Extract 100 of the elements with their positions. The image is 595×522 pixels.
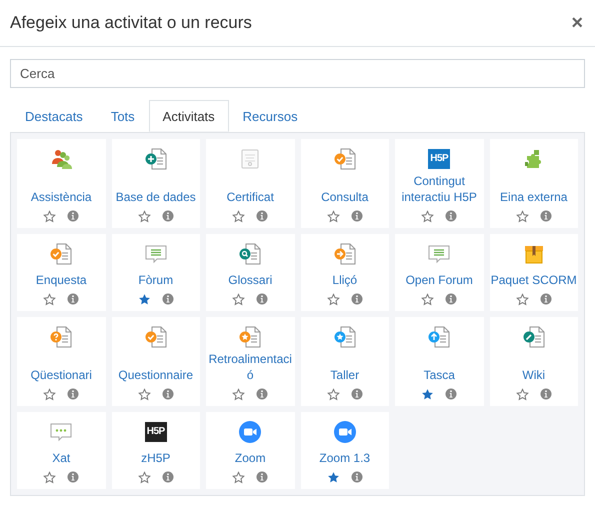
- info-icon[interactable]: [162, 388, 174, 400]
- activity-card[interactable]: Paquet SCORM: [490, 234, 578, 311]
- info-icon[interactable]: [445, 388, 458, 400]
- star-icon[interactable]: [516, 388, 529, 400]
- activity-card[interactable]: Enquesta: [17, 234, 106, 311]
- activity-name[interactable]: Xat: [52, 450, 70, 466]
- info-icon[interactable]: [540, 210, 552, 222]
- star-icon[interactable]: [43, 292, 56, 306]
- star-icon[interactable]: [232, 210, 246, 222]
- activity-card[interactable]: Consulta: [300, 139, 389, 228]
- star-icon[interactable]: [43, 210, 56, 222]
- star-icon[interactable]: [516, 210, 529, 222]
- activity-name[interactable]: Taller: [330, 367, 360, 383]
- activity-name[interactable]: Qüestionari: [30, 367, 92, 383]
- activity-name[interactable]: Assistència: [30, 189, 92, 205]
- info-icon[interactable]: [350, 293, 363, 305]
- info-icon[interactable]: [256, 388, 268, 400]
- activity-name[interactable]: Retroalimentació: [207, 351, 294, 383]
- star-icon[interactable]: [43, 470, 56, 484]
- info-icon[interactable]: [350, 388, 363, 400]
- star-icon[interactable]: [326, 210, 340, 222]
- info-icon[interactable]: [256, 210, 268, 222]
- activity-card[interactable]: Tasca: [395, 317, 484, 406]
- activity-card[interactable]: Glossari: [206, 234, 294, 311]
- info-icon[interactable]: [67, 471, 80, 483]
- info-icon[interactable]: [540, 293, 552, 305]
- activity-name[interactable]: Paquet SCORM: [490, 272, 577, 288]
- star-icon[interactable]: [232, 388, 246, 400]
- logo: H5P: [428, 149, 450, 169]
- activity-card[interactable]: H5P Contingut interactiu H5P: [395, 139, 484, 228]
- activity-name[interactable]: Glossari: [228, 272, 272, 288]
- star-icon[interactable]: [232, 292, 246, 306]
- activity-card[interactable]: Zoom: [206, 412, 294, 489]
- info-icon[interactable]: [256, 293, 268, 305]
- activity-card[interactable]: Retroalimentació: [206, 317, 294, 406]
- info-icon[interactable]: [350, 471, 363, 483]
- info-icon[interactable]: [256, 471, 268, 483]
- activity-name[interactable]: Wiki: [522, 367, 546, 383]
- search-field[interactable]: Cerca: [10, 59, 585, 88]
- activity-name[interactable]: Base de dades: [116, 189, 196, 205]
- info-icon[interactable]: [445, 210, 458, 222]
- star-icon[interactable]: [138, 292, 151, 306]
- activity-name[interactable]: Fòrum: [138, 272, 174, 288]
- dialog-title: Afegeix una activitat o un recurs: [10, 13, 252, 33]
- activity-name[interactable]: Lliçó: [332, 272, 358, 288]
- activity-card[interactable]: Questionnaire: [112, 317, 200, 406]
- info-icon[interactable]: [162, 471, 174, 483]
- activity-name[interactable]: Enquesta: [36, 272, 87, 288]
- star-icon[interactable]: [326, 388, 340, 400]
- document-plus-icon: [144, 147, 168, 171]
- activity-card[interactable]: Certificat: [206, 139, 294, 228]
- info-icon[interactable]: [540, 388, 552, 400]
- star-icon[interactable]: [232, 470, 246, 484]
- activity-name[interactable]: Zoom 1.3: [319, 450, 370, 466]
- star-icon[interactable]: [516, 292, 529, 306]
- activity-card[interactable]: Open Forum: [395, 234, 484, 311]
- info-icon[interactable]: [67, 293, 80, 305]
- checklist-icon: [332, 147, 357, 171]
- star-icon[interactable]: [421, 210, 434, 222]
- info-icon[interactable]: [67, 210, 80, 222]
- star-icon[interactable]: [421, 292, 434, 306]
- activity-card[interactable]: Qüestionari: [17, 317, 106, 406]
- close-button[interactable]: ×: [569, 13, 585, 33]
- activity-name[interactable]: Questionnaire: [118, 367, 194, 383]
- info-icon[interactable]: [67, 388, 80, 400]
- tab[interactable]: Recursos: [228, 100, 312, 132]
- activity-name[interactable]: zH5P: [141, 450, 170, 466]
- video-camera-icon: [332, 420, 357, 444]
- activity-name[interactable]: Open Forum: [406, 272, 473, 288]
- star-icon[interactable]: [43, 388, 56, 400]
- activity-card[interactable]: Zoom 1.3: [300, 412, 389, 489]
- activity-name[interactable]: Contingut interactiu H5P: [396, 173, 482, 205]
- activity-card[interactable]: Taller: [300, 317, 389, 406]
- activity-name[interactable]: Eina externa: [500, 189, 568, 205]
- info-icon[interactable]: [350, 210, 363, 222]
- star-icon[interactable]: [138, 470, 151, 484]
- activity-card[interactable]: Xat: [17, 412, 106, 489]
- tab[interactable]: Destacats: [11, 100, 97, 132]
- activity-card[interactable]: Eina externa: [490, 139, 578, 228]
- tab[interactable]: Activitats: [148, 100, 229, 132]
- tab[interactable]: Tots: [96, 100, 149, 132]
- activity-card[interactable]: Assistència: [17, 139, 106, 228]
- activity-card[interactable]: Fòrum: [112, 234, 200, 311]
- activity-card[interactable]: Lliçó: [300, 234, 389, 311]
- info-icon[interactable]: [162, 293, 174, 305]
- star-icon[interactable]: [326, 292, 340, 306]
- activity-name[interactable]: Zoom: [234, 450, 266, 466]
- video-camera-icon: [238, 420, 262, 444]
- activity-name[interactable]: Certificat: [226, 189, 274, 205]
- star-icon[interactable]: [138, 210, 151, 222]
- activity-name[interactable]: Consulta: [321, 189, 368, 205]
- activity-name[interactable]: Tasca: [424, 367, 455, 383]
- info-icon[interactable]: [162, 210, 174, 222]
- activity-card[interactable]: Base de dades: [112, 139, 200, 228]
- star-icon[interactable]: [326, 470, 340, 484]
- activity-card[interactable]: H5P zH5P: [112, 412, 200, 489]
- activity-card[interactable]: Wiki: [490, 317, 578, 406]
- star-icon[interactable]: [138, 388, 151, 400]
- star-icon[interactable]: [421, 388, 434, 400]
- info-icon[interactable]: [445, 293, 458, 305]
